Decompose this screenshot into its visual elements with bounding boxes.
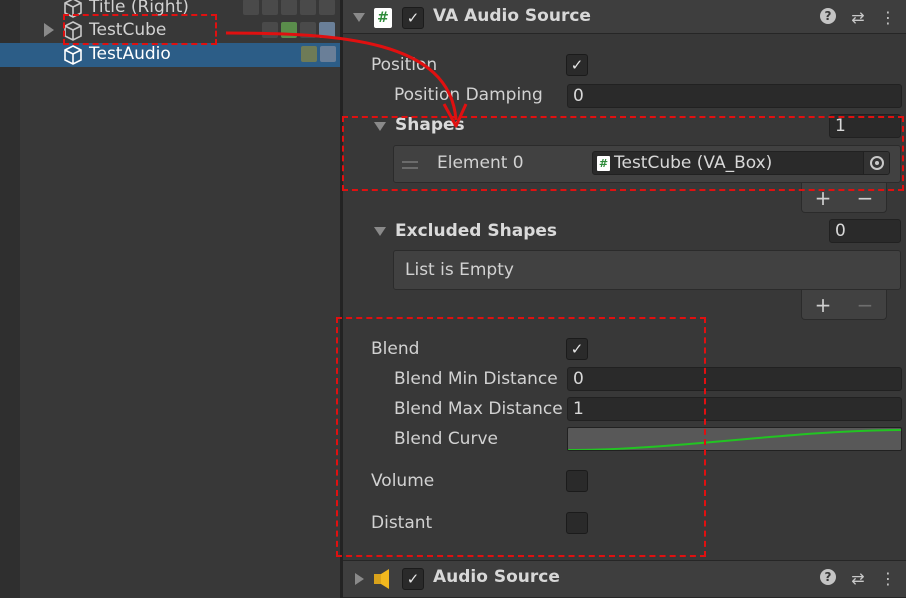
annotation-arrow xyxy=(225,31,468,128)
